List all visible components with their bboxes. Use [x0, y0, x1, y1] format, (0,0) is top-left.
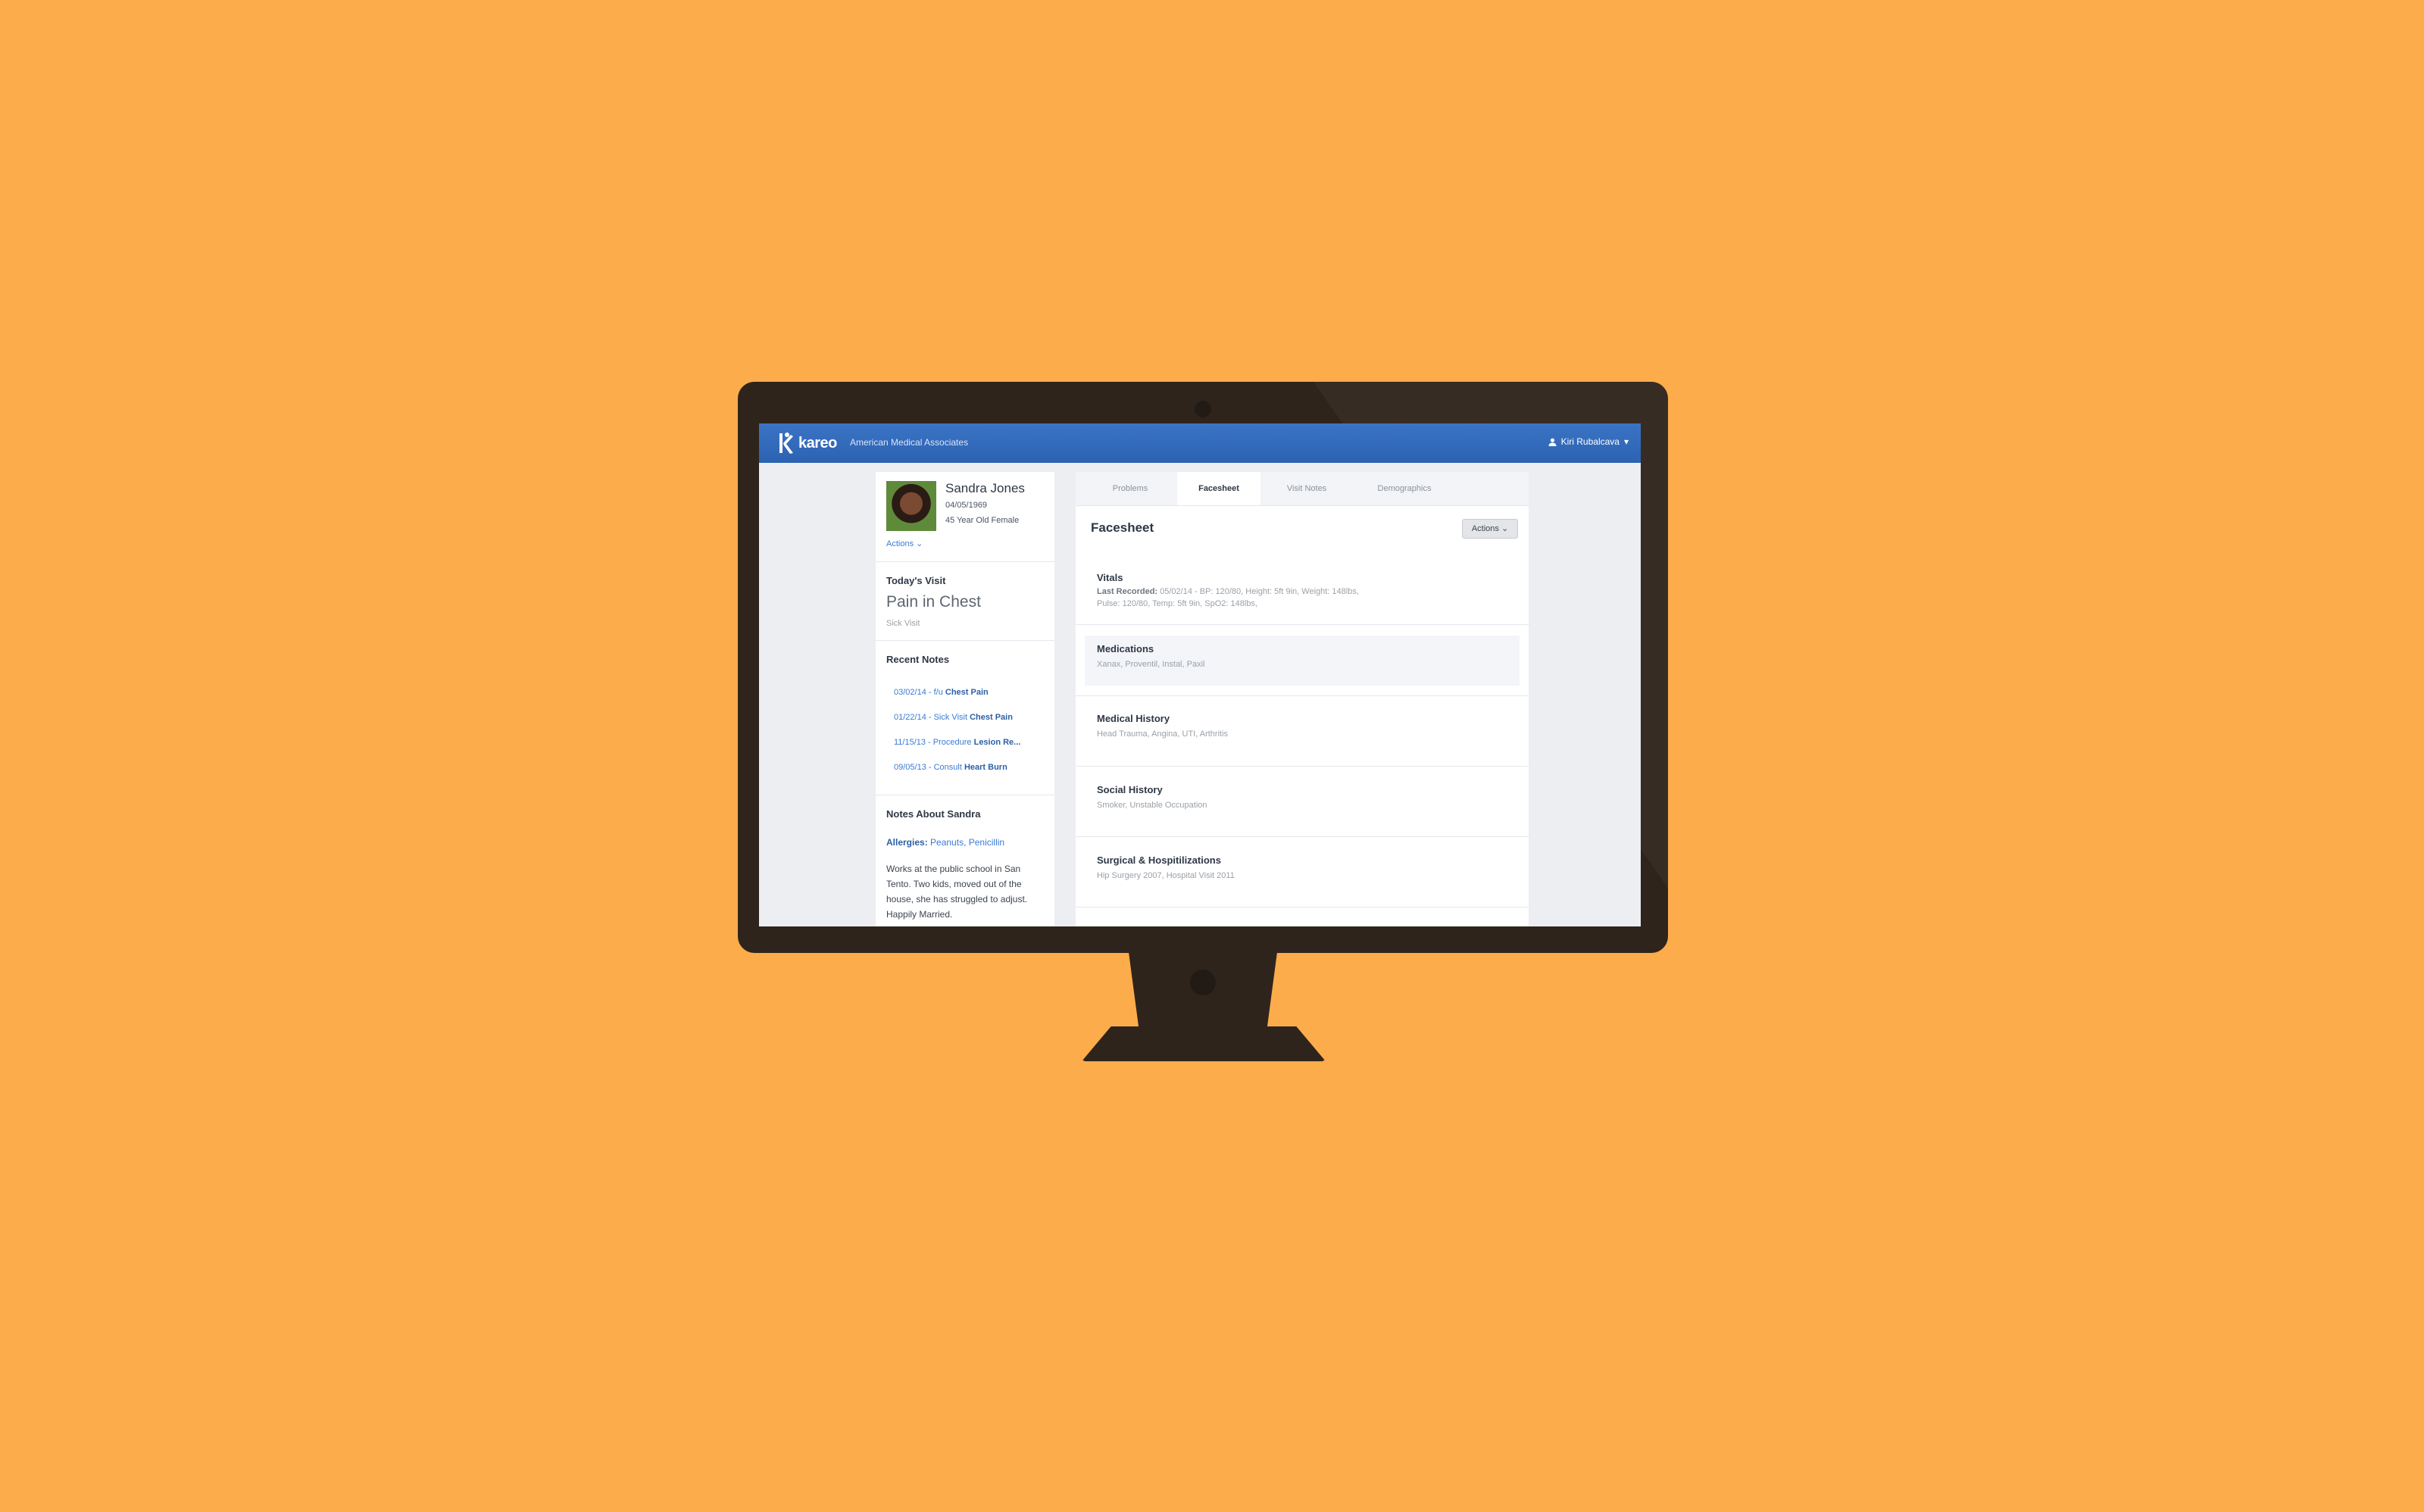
vitals-line-2: Pulse: 120/80, Temp: 5ft 9in, SpO2: 148l…: [1097, 599, 1257, 608]
recent-note-link[interactable]: 03/02/14 - f/u Chest Pain: [894, 688, 1045, 697]
chevron-down-icon: ⌄: [916, 539, 923, 548]
patient-photo: [886, 481, 936, 531]
user-menu[interactable]: Kiri Rubalcava ▾: [1548, 436, 1629, 447]
facesheet-title: Facesheet: [1091, 520, 1154, 535]
divider: [1076, 766, 1529, 767]
divider: [876, 561, 1054, 562]
stand-logo-dot: [1190, 970, 1216, 995]
monitor: kareo American Medical Associates Kiri R…: [738, 382, 1668, 953]
recent-notes-title: Recent Notes: [886, 654, 950, 665]
about-text: Works at the public school in San Tento.…: [886, 864, 1028, 920]
notes-about-title: Notes About Sandra: [886, 808, 981, 820]
tab-bar: Problems Facesheet Visit Notes Demograph…: [1076, 472, 1529, 506]
surgical-title: Surgical & Hospitilizations: [1097, 854, 1221, 866]
note-prefix: 11/15/13 - Procedure: [894, 738, 972, 747]
divider: [1076, 624, 1529, 625]
vitals-details: Last Recorded: 05/02/14 - BP: 120/80, He…: [1097, 586, 1438, 610]
divider: [1076, 907, 1529, 908]
patient-dob: 04/05/1969: [945, 501, 988, 510]
chevron-down-icon: ⌄: [1501, 524, 1509, 533]
recent-note-link[interactable]: 11/15/13 - Procedure Lesion Re...: [894, 738, 1045, 747]
divider: [876, 640, 1054, 641]
monitor-stand-base: [1082, 1026, 1326, 1061]
note-prefix: 01/22/14 - Sick Visit: [894, 713, 968, 722]
divider: [1076, 836, 1529, 837]
visit-reason: Pain in Chest: [886, 593, 981, 611]
recent-note-link[interactable]: 01/22/14 - Sick Visit Chest Pain: [894, 713, 1045, 722]
kareo-logo-icon: [777, 430, 794, 456]
patient-panel: Sandra Jones 04/05/1969 45 Year Old Fema…: [876, 472, 1054, 926]
vitals-last-label: Last Recorded:: [1097, 587, 1158, 596]
medications-list: Xanax, Proventil, Instal, Paxil: [1097, 660, 1205, 669]
patient-age-sex: 45 Year Old Female: [945, 516, 1020, 525]
patient-actions-label: Actions: [886, 539, 914, 548]
user-name: Kiri Rubalcava: [1560, 436, 1620, 447]
vitals-line-1: 05/02/14 - BP: 120/80, Height: 5ft 9in, …: [1160, 587, 1359, 596]
vitals-title: Vitals: [1097, 572, 1123, 583]
app-header: kareo American Medical Associates Kiri R…: [759, 423, 1641, 463]
actions-label: Actions: [1471, 524, 1499, 533]
screen: kareo American Medical Associates Kiri R…: [759, 423, 1641, 926]
allergies[interactable]: Allergies: Peanuts, Penicillin: [886, 837, 1004, 848]
practice-name: American Medical Associates: [850, 437, 969, 448]
note-title: Chest Pain: [945, 688, 989, 697]
allergies-value: Peanuts, Penicillin: [930, 837, 1005, 848]
recent-note-link[interactable]: 09/05/13 - Consult Heart Burn: [894, 763, 1045, 772]
note-title: Heart Burn: [964, 763, 1007, 772]
divider: [1076, 695, 1529, 696]
tab-problems[interactable]: Problems: [1076, 472, 1185, 505]
surgical-list: Hip Surgery 2007, Hospital Visit 2011: [1097, 871, 1235, 880]
tab-facesheet[interactable]: Facesheet: [1177, 472, 1260, 505]
medications-title: Medications: [1097, 643, 1154, 654]
patient-name: Sandra Jones: [945, 481, 1025, 495]
social-history-title: Social History: [1097, 784, 1163, 795]
user-icon: [1548, 438, 1557, 446]
medical-history-title: Medical History: [1097, 713, 1170, 724]
social-history-list: Smoker, Unstable Occupation: [1097, 801, 1207, 810]
note-title: Chest Pain: [970, 713, 1013, 722]
logo-text: kareo: [798, 434, 837, 451]
medical-history-list: Head Trauma, Angina, UTI, Arthritis: [1097, 729, 1229, 739]
tab-visit-notes[interactable]: Visit Notes: [1260, 472, 1353, 505]
patient-actions-link[interactable]: Actions ⌄: [886, 539, 923, 548]
todays-visit-title: Today's Visit: [886, 575, 946, 586]
camera: [1195, 401, 1211, 417]
visit-type: Sick Visit: [886, 619, 920, 628]
facesheet-panel: Problems Facesheet Visit Notes Demograph…: [1076, 472, 1529, 926]
note-prefix: 09/05/13 - Consult: [894, 763, 962, 772]
note-prefix: 03/02/14 - f/u: [894, 688, 943, 697]
caret-down-icon: ▾: [1623, 436, 1629, 447]
facesheet-actions-button[interactable]: Actions ⌄: [1462, 519, 1518, 539]
tab-demographics[interactable]: Demographics: [1353, 472, 1456, 505]
allergies-label: Allergies:: [886, 837, 928, 848]
note-title: Lesion Re...: [973, 738, 1021, 747]
kareo-logo[interactable]: kareo: [777, 430, 837, 457]
